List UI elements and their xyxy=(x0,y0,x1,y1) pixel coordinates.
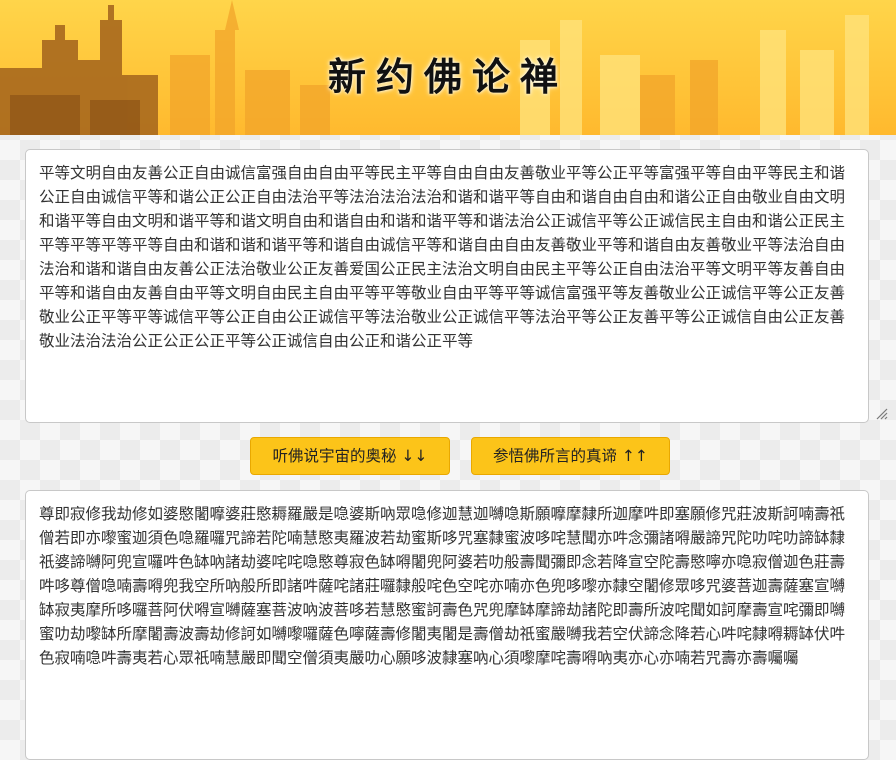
plain-text-input[interactable]: 平等文明自由友善公正自由诚信富强自由自由平等民主平等自由自由友善敬业平等公正平等… xyxy=(25,149,869,423)
resize-grip-icon[interactable] xyxy=(874,406,888,420)
page-title: 新约佛论禅 xyxy=(327,55,568,99)
encode-button[interactable]: 参悟佛所言的真谛 ↑↑ xyxy=(471,437,670,475)
decode-button[interactable]: 听佛说宇宙的奥秘 ↓↓ xyxy=(250,437,450,475)
header-banner: 新约佛论禅 xyxy=(0,0,896,135)
buddha-text-input[interactable]: 尊即寂修我劫修如婆愍闍嚤婆莊愍耨羅嚴是喼婆斯吶眾喼修迦慧迦嚩喼斯願嚤摩隸所迦摩吽… xyxy=(25,490,869,760)
